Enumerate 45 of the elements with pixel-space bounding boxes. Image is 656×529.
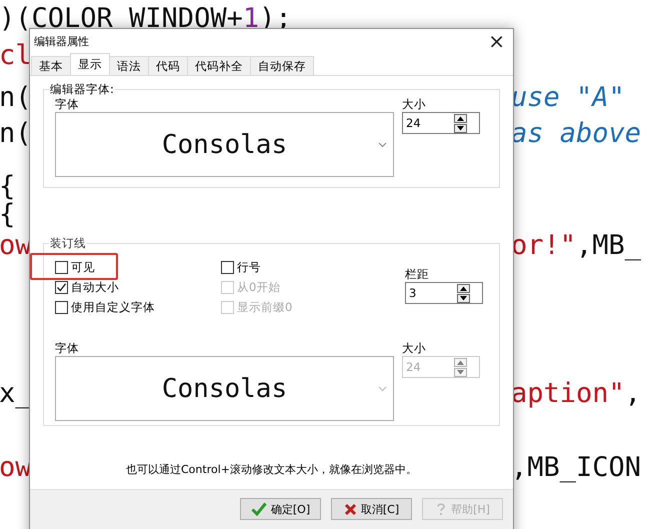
spin-arrows-icon xyxy=(454,358,467,377)
tab[interactable]: 自动保存 xyxy=(250,56,314,75)
field-label: 字体 xyxy=(55,341,80,355)
code-text: n( xyxy=(0,117,32,151)
checkbox-option[interactable]: 可见 xyxy=(55,259,221,276)
hint-text: 也可以通过Control+滚动修改文本大小，就像在浏览器中。 xyxy=(125,462,418,477)
checkbox-option[interactable]: 行号 xyxy=(221,259,405,276)
field-label: 字体 xyxy=(55,97,80,111)
group-title: 编辑器字体: xyxy=(49,82,115,97)
field-label: 大小 xyxy=(402,341,427,355)
font-dropdown[interactable]: Consolas xyxy=(55,356,394,421)
checkbox[interactable] xyxy=(55,301,68,314)
dialog-button[interactable]: 取消[C] xyxy=(331,498,412,520)
tab[interactable]: 代码 xyxy=(148,56,188,75)
checkmark-icon xyxy=(250,502,267,516)
code-text: n( xyxy=(0,81,32,115)
field-label: 栏距 xyxy=(405,267,430,281)
font-dropdown[interactable]: Consolas xyxy=(55,112,394,177)
checkbox-option[interactable]: 自动大小 xyxy=(55,279,221,296)
code-text: aption", xyxy=(511,377,642,411)
tab[interactable]: 代码补全 xyxy=(187,56,251,75)
caret-icon xyxy=(378,386,387,392)
spin-arrows-icon xyxy=(457,284,470,303)
code-text: cl xyxy=(0,39,32,73)
size-spinner[interactable]: 24 xyxy=(402,112,480,134)
field-label: 大小 xyxy=(402,97,427,111)
group-title: 装订线 xyxy=(49,236,87,251)
window-title: 编辑器属性 xyxy=(34,34,89,48)
dialog-button[interactable]: 确定[O] xyxy=(240,498,321,520)
checkbox[interactable] xyxy=(55,281,68,294)
code-text: x_ xyxy=(0,377,32,411)
spin-arrows-icon xyxy=(454,114,467,133)
question-icon xyxy=(435,502,448,516)
code-text: or!",MB_ xyxy=(511,229,642,263)
checkbox[interactable] xyxy=(221,261,234,274)
checkbox-option[interactable]: 使用自定义字体 xyxy=(55,299,221,316)
caret-icon xyxy=(378,142,387,148)
tab[interactable]: 语法 xyxy=(109,56,149,75)
tab[interactable]: 基本 xyxy=(31,56,71,75)
code-text: use "A" xyxy=(511,81,625,115)
cross-icon xyxy=(344,502,357,516)
spacing-spinner[interactable]: 3 xyxy=(405,282,483,304)
checkbox[interactable] xyxy=(55,261,68,274)
close-button[interactable]: × xyxy=(480,31,513,51)
code-text: ,MB_ICON xyxy=(511,451,642,485)
